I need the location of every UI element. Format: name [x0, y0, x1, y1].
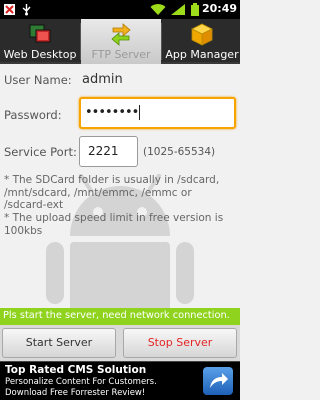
ad-title: Top Rated CMS Solution: [5, 364, 147, 376]
status-message: Pls start the server, need network conne…: [3, 310, 230, 321]
wifi-icon: [150, 4, 166, 16]
tab-label: App Manager: [165, 48, 239, 61]
usb-icon: [22, 4, 31, 16]
start-server-button[interactable]: Start Server: [2, 328, 116, 358]
usb-debug-icon: [4, 4, 15, 15]
ad-banner[interactable]: Top Rated CMS Solution Personalize Conte…: [0, 361, 240, 400]
ad-open-button[interactable]: [203, 367, 233, 395]
port-value: 2221: [88, 144, 119, 158]
ad-text: Personalize Content For Customers. Downl…: [5, 377, 157, 398]
sdcard-note: * The SDCard folder is usually in /sdcar…: [4, 174, 220, 211]
port-range-hint: (1025-65534): [143, 146, 216, 158]
web-desktop-icon: [29, 24, 51, 43]
server-controls: Start Server Stop Server: [0, 325, 240, 361]
tab-label: Web Desktop: [3, 48, 77, 61]
port-field[interactable]: 2221: [79, 136, 138, 167]
clock: 20:49: [201, 2, 237, 15]
username-label: User Name:: [4, 73, 72, 87]
password-label: Password:: [4, 108, 62, 122]
password-field[interactable]: ••••••••: [79, 97, 236, 129]
tab-label: FTP Server: [91, 48, 151, 61]
tab-web-desktop[interactable]: Web Desktop: [0, 19, 80, 64]
box-icon: [191, 23, 213, 46]
ftp-transfer-icon: [111, 23, 131, 46]
arrow-share-icon: [210, 373, 228, 388]
status-message-bar: Pls start the server, need network conne…: [0, 308, 240, 325]
ftp-settings-panel: User Name: admin Password: •••••••• Serv…: [0, 64, 240, 308]
text-cursor: [139, 105, 141, 120]
battery-icon: [191, 3, 199, 16]
upload-limit-note: * The upload speed limit in free version…: [4, 212, 224, 237]
port-label: Service Port:: [4, 145, 77, 159]
status-bar: 20:49: [0, 0, 240, 19]
password-value: ••••••••: [85, 105, 141, 120]
signal-icon: [171, 4, 185, 15]
tab-ftp-server[interactable]: FTP Server: [81, 19, 161, 64]
username-value: admin: [82, 72, 123, 87]
stop-server-button[interactable]: Stop Server: [123, 328, 237, 358]
tab-bar: Web Desktop FTP Server App Manager: [0, 19, 240, 64]
tab-app-manager[interactable]: App Manager: [162, 19, 242, 64]
